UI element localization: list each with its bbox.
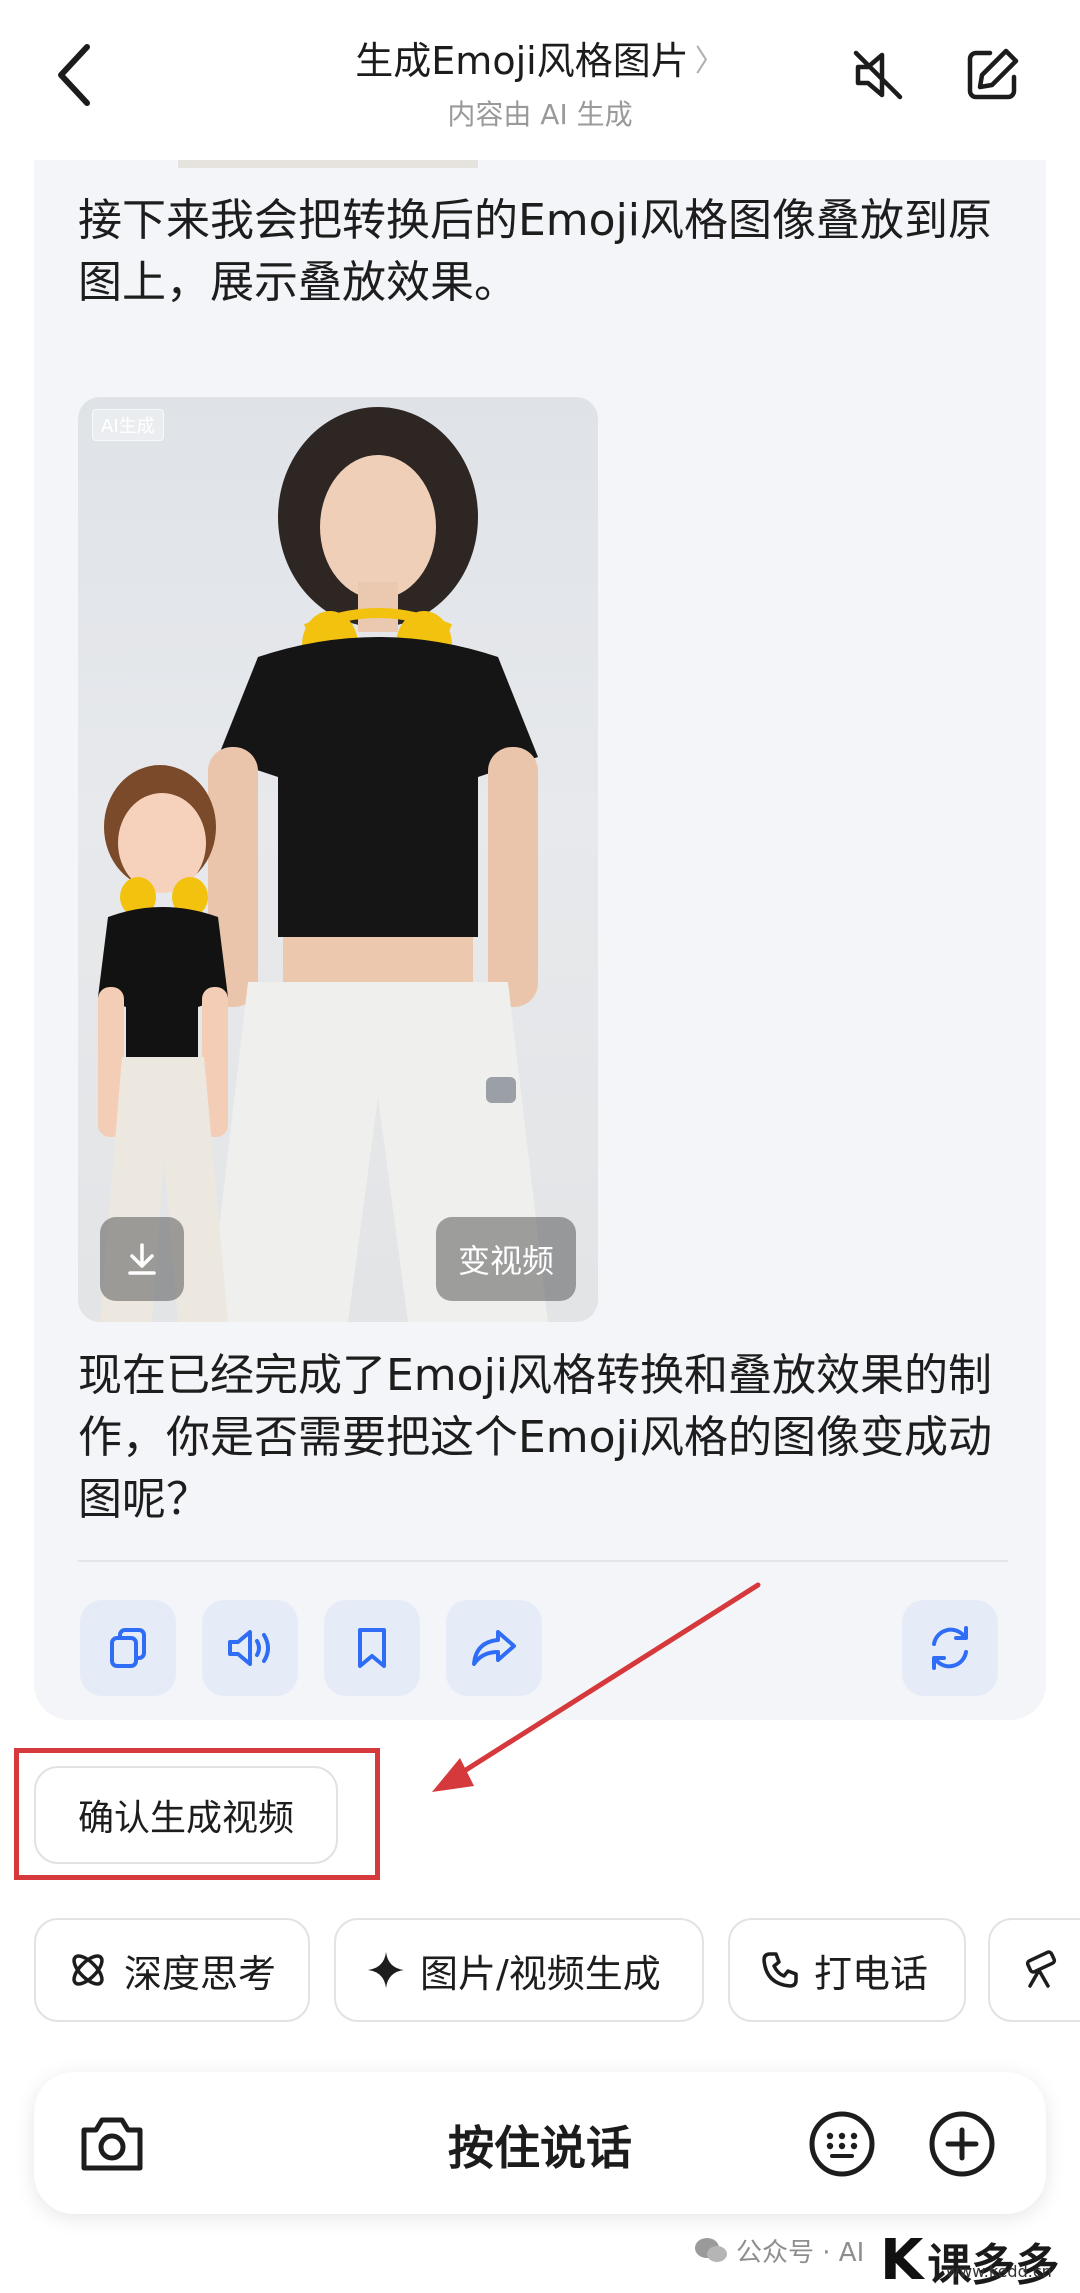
wechat-icon bbox=[695, 2237, 727, 2262]
camera-button[interactable] bbox=[74, 2106, 150, 2182]
read-aloud-button[interactable] bbox=[202, 1600, 298, 1696]
assistant-message-text: 接下来我会把转换后的Emoji风格图像叠放到原图上，展示叠放效果。 bbox=[78, 195, 993, 308]
share-button[interactable] bbox=[446, 1600, 542, 1696]
watermark-account-text: 公众号 · AI bbox=[736, 2238, 865, 2268]
generated-image[interactable]: AI生成 变视频 bbox=[78, 397, 598, 1322]
convert-to-video-button[interactable]: 变视频 bbox=[435, 1217, 576, 1301]
atom-icon bbox=[72, 1954, 104, 1986]
copy-button[interactable] bbox=[80, 1600, 176, 1696]
bookmark-icon bbox=[358, 1628, 386, 1668]
download-icon bbox=[128, 1243, 156, 1275]
watermark-account: 公众号 · AI bbox=[694, 2232, 864, 2269]
refresh-icon bbox=[932, 1626, 968, 1670]
speaker-muted-icon bbox=[853, 50, 903, 100]
annotation-highlight-box bbox=[14, 1748, 380, 1880]
chip-label: 打电话 bbox=[814, 1951, 929, 1996]
telescope-icon bbox=[1025, 1950, 1057, 1988]
camera-icon bbox=[81, 2117, 143, 2171]
regenerate-button[interactable] bbox=[902, 1600, 998, 1696]
deep-think-chip[interactable]: 深度思考 bbox=[34, 1918, 310, 2022]
previous-image-edge bbox=[178, 160, 478, 168]
image-video-generation-chip[interactable]: 图片/视频生成 bbox=[334, 1918, 704, 2022]
keyboard-icon bbox=[809, 2111, 875, 2177]
keyboard-button[interactable] bbox=[804, 2106, 880, 2182]
chevron-left-icon bbox=[58, 44, 90, 106]
title-chevron-icon: 〉 bbox=[694, 43, 725, 79]
brand-logo-icon: K bbox=[880, 2228, 924, 2293]
mute-button[interactable] bbox=[848, 45, 908, 105]
title-text: 生成Emoji风格图片 bbox=[355, 39, 689, 83]
ai-disclaimer: 内容由 AI 生成 bbox=[447, 98, 633, 131]
add-button[interactable] bbox=[924, 2106, 1000, 2182]
plus-icon bbox=[929, 2111, 995, 2177]
phone-icon bbox=[762, 1952, 798, 1988]
divider bbox=[78, 1560, 1008, 1562]
edit-icon bbox=[967, 48, 1019, 100]
title-area[interactable]: 生成Emoji风格图片 〉 内容由 AI 生成 bbox=[240, 30, 840, 133]
chip-label: 深度思考 bbox=[124, 1951, 277, 1996]
watermark-domain: www.kedd.cn bbox=[946, 2262, 1052, 2281]
speaker-icon bbox=[228, 1630, 270, 1666]
new-chat-button[interactable] bbox=[962, 45, 1022, 105]
chip-label: 图片/视频生成 bbox=[420, 1951, 661, 1996]
brand-name: 课多多 bbox=[927, 2239, 1060, 2291]
input-bar: 按住说话 bbox=[34, 2072, 1046, 2214]
assistant-message-text: 现在已经完成了Emoji风格转换和叠放效果的制作，你是否需要把这个Emoji风格… bbox=[78, 1350, 993, 1525]
share-icon bbox=[472, 1630, 516, 1666]
phone-call-chip[interactable]: 打电话 bbox=[728, 1918, 966, 2022]
bookmark-button[interactable] bbox=[324, 1600, 420, 1696]
ai-generated-tag: AI生成 bbox=[92, 409, 164, 441]
download-button[interactable] bbox=[100, 1217, 184, 1301]
sparkle-icon bbox=[368, 1952, 404, 1988]
overlay-photo bbox=[98, 407, 548, 1322]
watermark-brand: K 课多多 bbox=[880, 2228, 1059, 2293]
more-chip[interactable] bbox=[988, 1918, 1080, 2022]
back-button[interactable] bbox=[40, 30, 110, 120]
conversation-title[interactable]: 生成Emoji风格图片 〉 bbox=[355, 30, 724, 85]
copy-icon bbox=[110, 1628, 146, 1668]
top-bar: 生成Emoji风格图片 〉 内容由 AI 生成 bbox=[0, 0, 1080, 160]
hold-to-talk-button[interactable]: 按住说话 bbox=[334, 2112, 746, 2178]
